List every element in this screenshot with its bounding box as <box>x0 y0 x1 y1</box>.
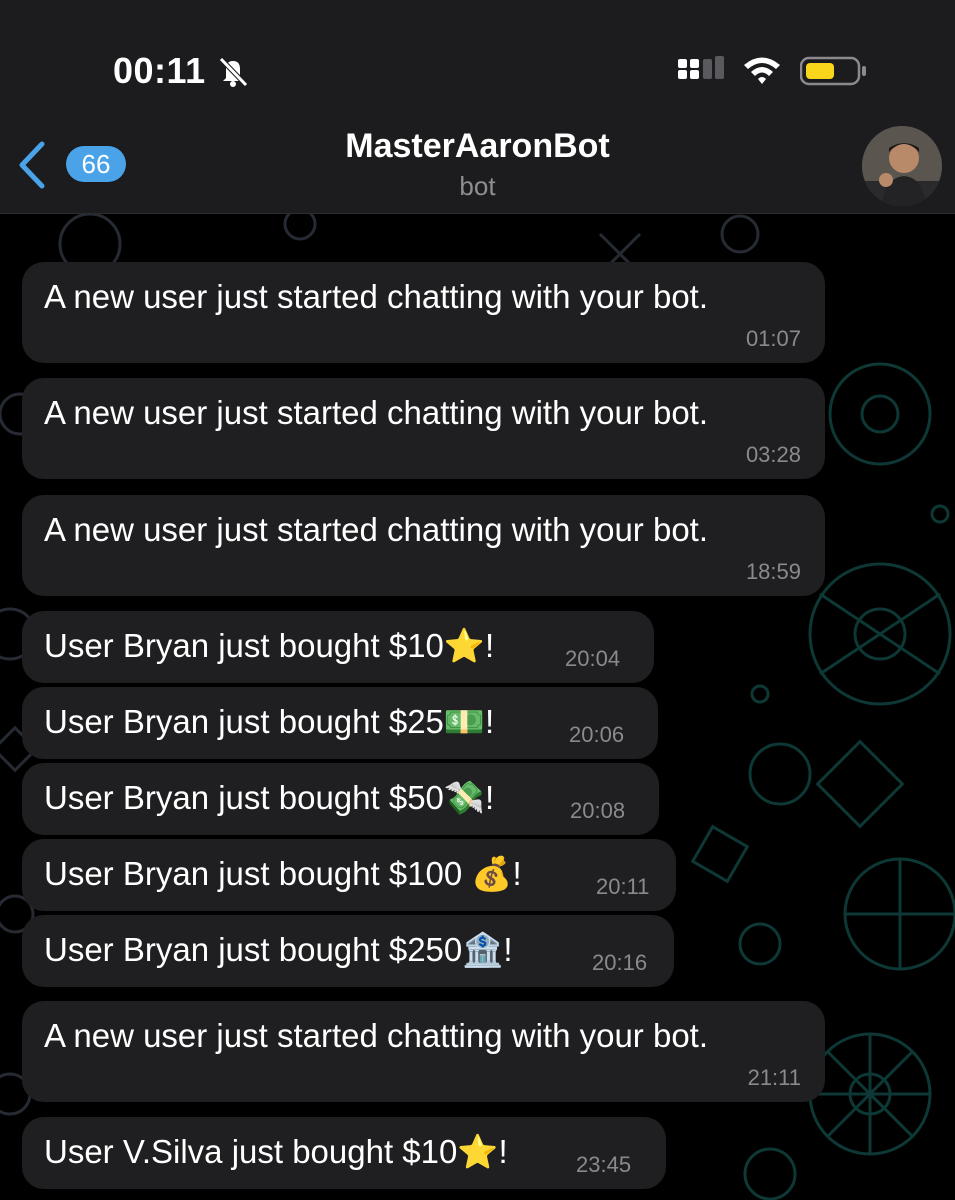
message-text: User Bryan just bought $250🏦! <box>44 931 513 968</box>
message-time: 23:45 <box>576 1152 632 1177</box>
message-time: 20:04 <box>565 646 621 671</box>
message-text: User Bryan just bought $100 💰! <box>44 855 522 892</box>
message-text: User Bryan just bought $50💸! <box>44 779 495 816</box>
message-time: 21:11 <box>747 1065 801 1090</box>
message-bubble[interactable]: User Bryan just bought $250🏦! 20:16 <box>22 915 674 987</box>
message-text: A new user just started chatting with yo… <box>44 511 709 548</box>
message-text: User Bryan just bought $10⭐️! <box>44 627 495 664</box>
status-time: 00:11 <box>113 50 206 91</box>
message-bubble[interactable]: User Bryan just bought $50💸! 20:08 <box>22 763 659 835</box>
message-bubble[interactable]: A new user just started chatting with yo… <box>22 1001 825 1102</box>
avatar-image <box>862 126 942 206</box>
chat-title[interactable]: MasterAaronBot <box>0 127 955 166</box>
message-bubble[interactable]: A new user just started chatting with yo… <box>22 262 825 363</box>
message-time: 20:06 <box>569 722 625 747</box>
battery-icon <box>800 56 866 86</box>
message-bubble[interactable]: User Bryan just bought $10⭐️! 20:04 <box>22 611 654 683</box>
message-text: User V.Silva just bought $10⭐️! <box>44 1133 508 1170</box>
message-time: 20:08 <box>570 798 626 823</box>
message-text: User Bryan just bought $25💵! <box>44 703 495 740</box>
message-bubble[interactable]: User V.Silva just bought $10⭐️! 23:45 <box>22 1117 666 1189</box>
message-bubble[interactable]: A new user just started chatting with yo… <box>22 495 825 596</box>
avatar[interactable] <box>862 126 942 206</box>
bell-slash-icon <box>219 57 248 87</box>
header-divider <box>0 213 955 214</box>
message-time: 03:28 <box>745 442 801 467</box>
message-text: A new user just started chatting with yo… <box>44 394 709 431</box>
message-time: 01:07 <box>745 326 801 351</box>
message-time: 18:59 <box>745 559 801 584</box>
chat-header: 00:11 66 MasterAaronBot bot <box>0 0 955 213</box>
message-text: A new user just started chatting with yo… <box>44 1017 709 1054</box>
message-time: 20:16 <box>592 950 648 975</box>
message-bubble[interactable]: A new user just started chatting with yo… <box>22 378 825 479</box>
message-bubble[interactable]: User Bryan just bought $25💵! 20:06 <box>22 687 658 759</box>
chat-subtitle: bot <box>459 171 496 201</box>
message-bubble[interactable]: User Bryan just bought $100 💰! 20:11 <box>22 839 676 911</box>
message-time: 20:11 <box>596 874 650 899</box>
cellular-signal-icon <box>678 56 724 79</box>
wifi-icon <box>744 57 780 84</box>
message-text: A new user just started chatting with yo… <box>44 278 709 315</box>
